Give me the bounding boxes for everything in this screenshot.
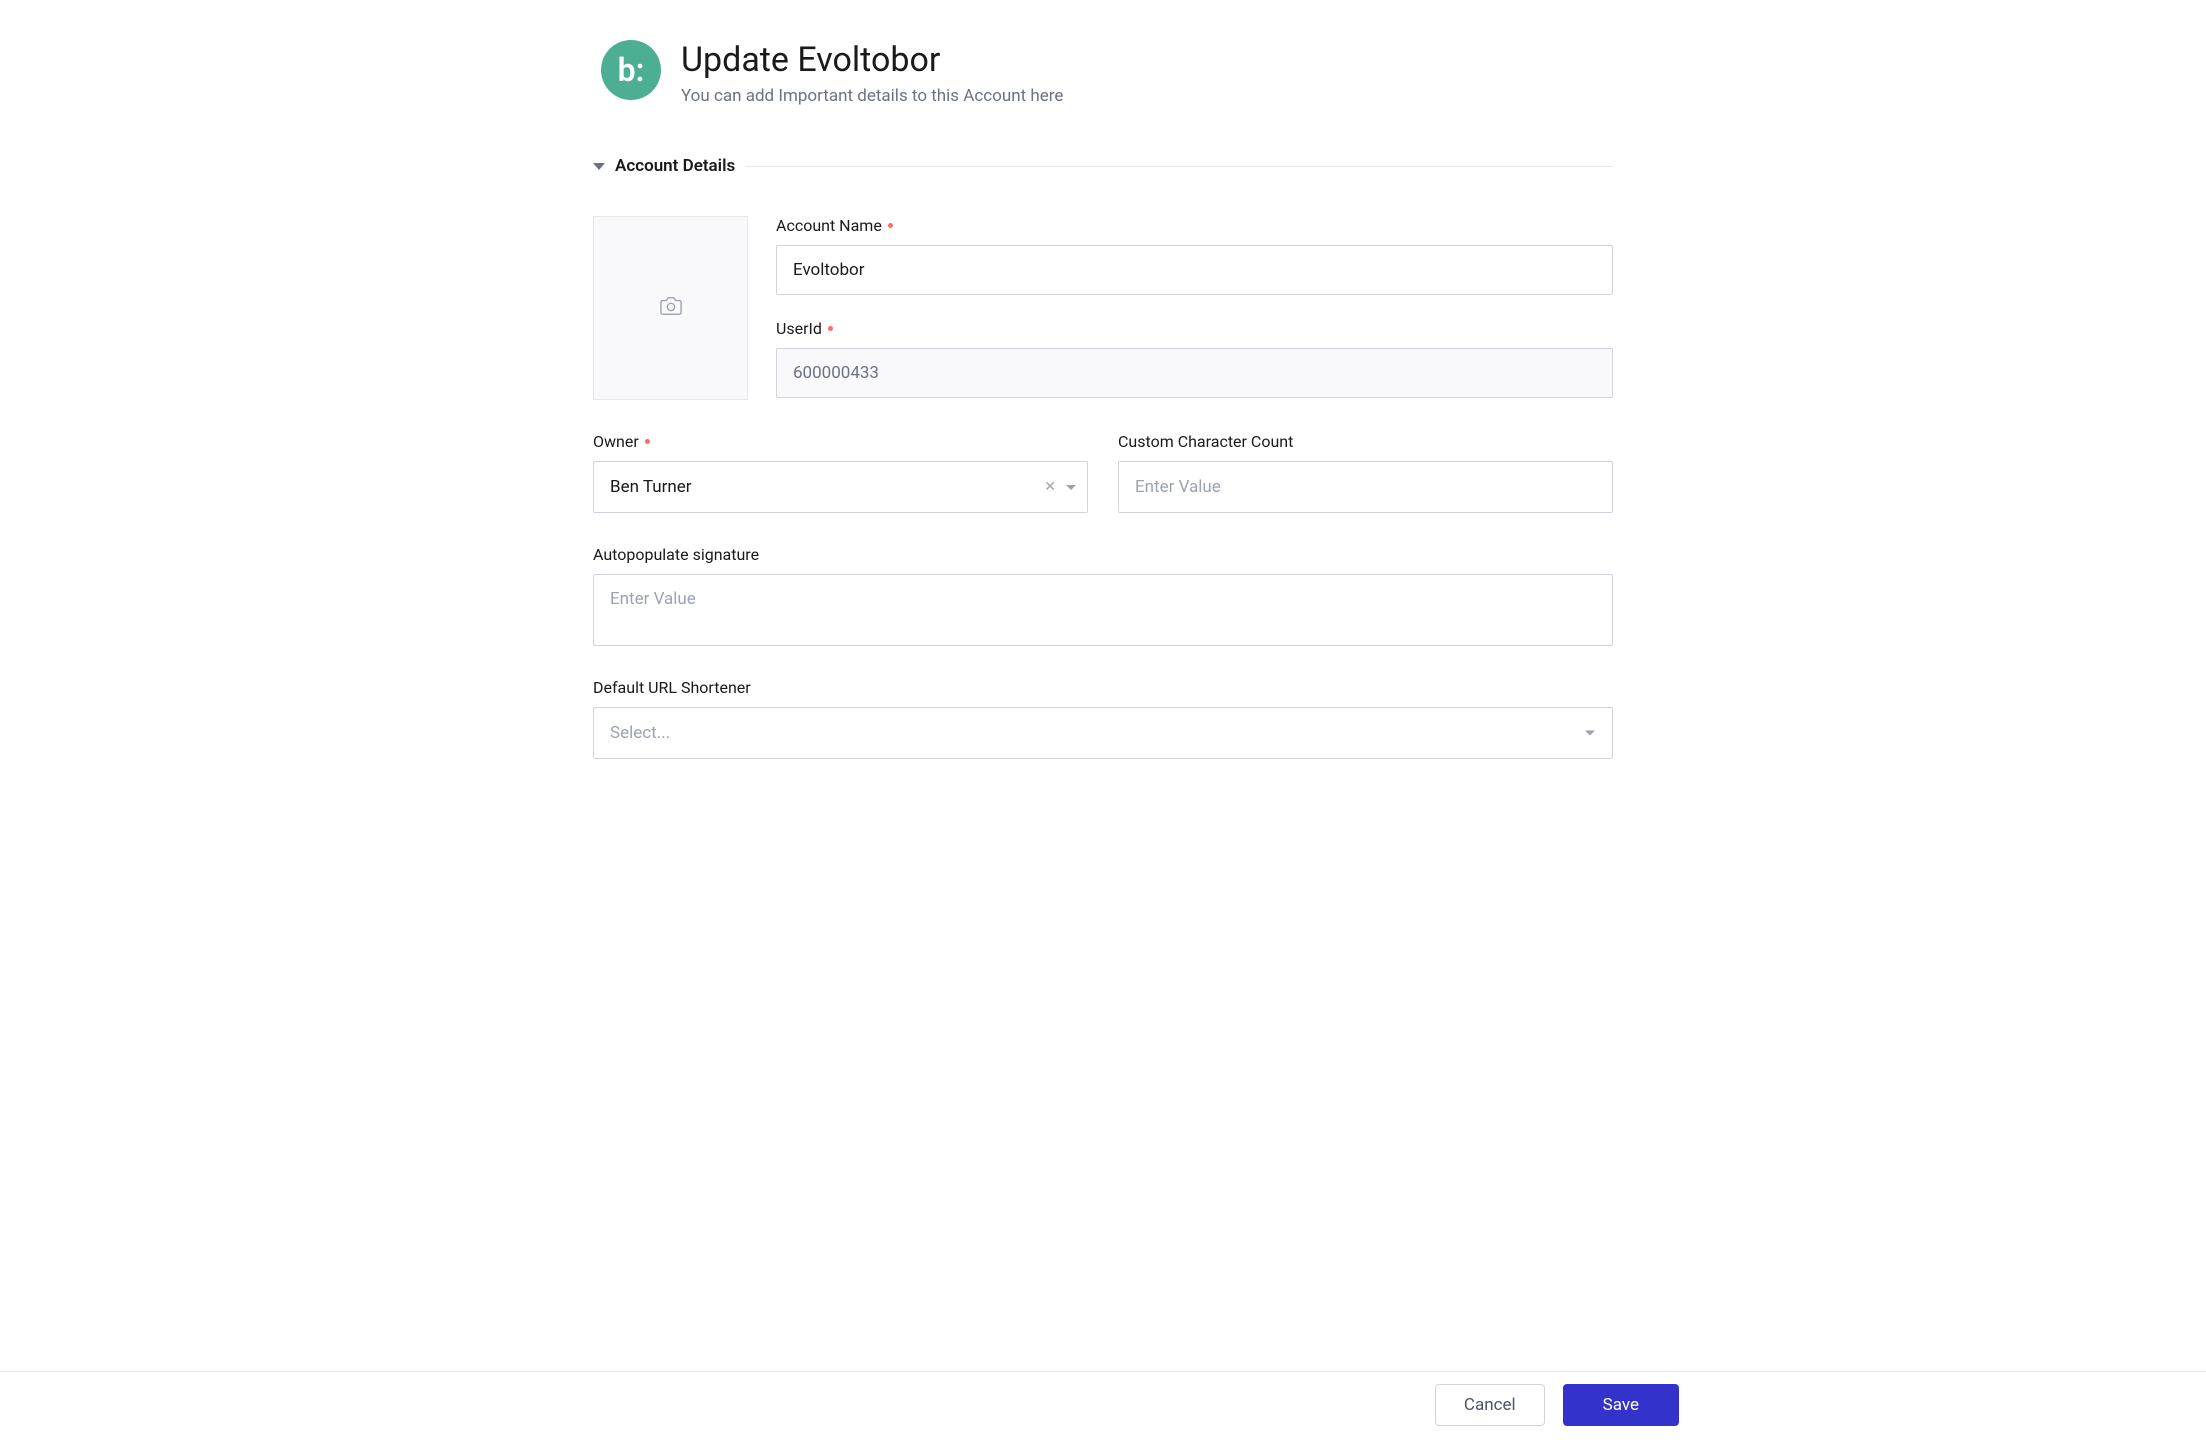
user-id-label: UserId bbox=[776, 319, 1613, 338]
signature-input[interactable] bbox=[593, 574, 1613, 646]
account-name-input[interactable] bbox=[776, 245, 1613, 295]
brand-logo-text: b: bbox=[618, 54, 645, 86]
url-shortener-select[interactable]: Select... bbox=[593, 707, 1613, 759]
chevron-down-icon[interactable] bbox=[1066, 485, 1076, 490]
required-indicator bbox=[828, 326, 833, 331]
camera-icon bbox=[660, 295, 682, 321]
signature-label: Autopopulate signature bbox=[593, 545, 1613, 564]
footer-bar: Cancel Save bbox=[0, 1371, 2206, 1444]
page-subtitle: You can add Important details to this Ac… bbox=[681, 86, 1063, 106]
chevron-down-icon bbox=[593, 163, 605, 170]
page-header: b: Update Evoltobor You can add Importan… bbox=[601, 40, 1613, 106]
clear-icon[interactable]: ✕ bbox=[1044, 480, 1056, 494]
cancel-button[interactable]: Cancel bbox=[1435, 1384, 1545, 1426]
owner-select[interactable] bbox=[593, 461, 1088, 513]
brand-logo: b: bbox=[601, 40, 661, 100]
photo-upload-area[interactable] bbox=[593, 216, 748, 400]
section-divider bbox=[745, 166, 1613, 167]
char-count-label: Custom Character Count bbox=[1118, 432, 1613, 451]
section-title: Account Details bbox=[615, 156, 735, 176]
user-id-input bbox=[776, 348, 1613, 398]
account-name-label: Account Name bbox=[776, 216, 1613, 235]
page-title: Update Evoltobor bbox=[681, 40, 1063, 80]
char-count-input[interactable] bbox=[1118, 461, 1613, 513]
required-indicator bbox=[645, 439, 650, 444]
owner-label: Owner bbox=[593, 432, 1088, 451]
required-indicator bbox=[888, 223, 893, 228]
section-header-account-details[interactable]: Account Details bbox=[593, 156, 1613, 176]
url-shortener-label: Default URL Shortener bbox=[593, 678, 1613, 697]
save-button[interactable]: Save bbox=[1563, 1384, 1679, 1426]
